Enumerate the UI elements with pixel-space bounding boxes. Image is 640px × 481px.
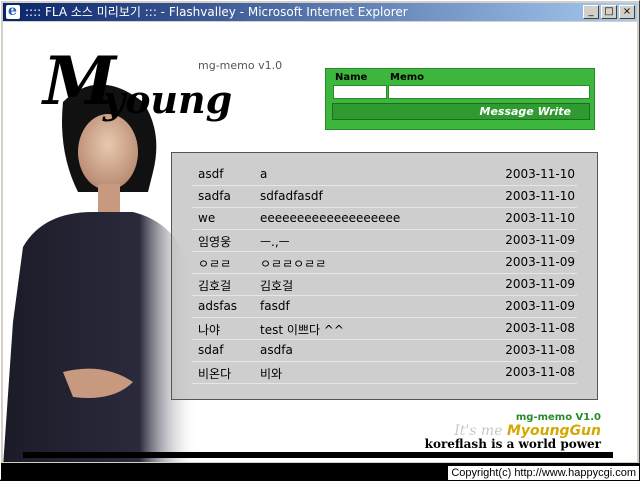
entry-memo: ㅇㄹㄹㅇㄹㄹ xyxy=(260,257,327,271)
list-item: 임영웅 ㅡ.,ㅡ 2003-11-09 xyxy=(192,230,577,252)
memo-form: Name Memo Message Write xyxy=(325,68,595,130)
message-write-button[interactable]: Message Write xyxy=(332,103,590,120)
signature-tagline: koreflash is a world power xyxy=(424,437,601,451)
entry-name: asdf xyxy=(198,167,224,181)
memo-list: asdf a 2003-11-10 sadfa sdfadfasdf 2003-… xyxy=(171,152,598,400)
list-item: ㅇㄹㄹ ㅇㄹㄹㅇㄹㄹ 2003-11-09 xyxy=(192,252,577,274)
close-button[interactable]: × xyxy=(619,5,635,19)
signature-block: mg-memo V1.0 It's me MyoungGun koreflash… xyxy=(425,412,601,451)
list-item: asdf a 2003-11-10 xyxy=(192,164,577,186)
entry-name: adsfas xyxy=(198,299,238,313)
list-item: sadfa sdfadfasdf 2003-11-10 xyxy=(192,186,577,208)
list-item: we eeeeeeeeeeeeeeeeeee 2003-11-10 xyxy=(192,208,577,230)
entry-date: 2003-11-09 xyxy=(505,277,575,291)
list-item: 나야 test 이쁘다 ^^ 2003-11-08 xyxy=(192,318,577,340)
entry-memo: 비와 xyxy=(260,367,283,381)
entry-name: 나야 xyxy=(198,323,221,337)
entry-name: 비온다 xyxy=(198,367,232,381)
signature-version: mg-memo V1.0 xyxy=(515,412,601,423)
logo-version: mg-memo v1.0 xyxy=(198,59,283,72)
minimize-button[interactable]: _ xyxy=(583,5,599,19)
entry-name: ㅇㄹㄹ xyxy=(198,257,232,271)
entry-memo: a xyxy=(260,167,268,181)
page-content: M young mg-memo v1.0 Name Memo Message W… xyxy=(3,22,637,462)
name-label: Name xyxy=(335,72,368,83)
entry-memo: 김호걸 xyxy=(260,279,294,293)
browser-window: :::: FLA 소스 미리보기 ::: - Flashvalley - Mic… xyxy=(0,0,640,481)
entry-date: 2003-11-08 xyxy=(505,365,575,379)
entry-name: sadfa xyxy=(198,189,231,203)
memo-input[interactable] xyxy=(388,85,590,99)
list-item: adsfas fasdf 2003-11-09 xyxy=(192,296,577,318)
entry-date: 2003-11-10 xyxy=(505,167,575,181)
logo-text: young xyxy=(103,77,233,122)
list-item: 비온다 비와 2003-11-08 xyxy=(192,362,577,384)
entry-memo: test 이쁘다 ^^ xyxy=(260,323,344,337)
entry-name: we xyxy=(198,211,216,225)
entry-memo: fasdf xyxy=(260,299,290,313)
entry-name: sdaf xyxy=(198,343,224,357)
entry-date: 2003-11-09 xyxy=(505,255,575,269)
list-item: sdaf asdfa 2003-11-08 xyxy=(192,340,577,362)
entry-date: 2003-11-10 xyxy=(505,189,575,203)
copyright-notice: Copyright(c) http://www.happycgi.com xyxy=(448,466,639,480)
entry-date: 2003-11-09 xyxy=(505,299,575,313)
entry-date: 2003-11-10 xyxy=(505,211,575,225)
entry-memo: ㅡ.,ㅡ xyxy=(260,235,290,249)
entry-memo: eeeeeeeeeeeeeeeeeee xyxy=(260,211,401,225)
entry-date: 2003-11-08 xyxy=(505,343,575,357)
title-bar[interactable]: :::: FLA 소스 미리보기 ::: - Flashvalley - Mic… xyxy=(3,2,637,21)
entry-memo: asdfa xyxy=(260,343,293,357)
footer-bar xyxy=(23,452,613,458)
maximize-button[interactable]: □ xyxy=(601,5,617,19)
entry-name: 임영웅 xyxy=(198,235,232,249)
window-title: :::: FLA 소스 미리보기 ::: - Flashvalley - Mic… xyxy=(25,5,408,19)
ie-icon xyxy=(6,2,20,20)
entry-name: 김호걸 xyxy=(198,279,232,293)
entry-date: 2003-11-09 xyxy=(505,233,575,247)
list-item: 김호걸 김호걸 2003-11-09 xyxy=(192,274,577,296)
entry-memo: sdfadfasdf xyxy=(260,189,323,203)
memo-label: Memo xyxy=(390,72,425,83)
name-input[interactable] xyxy=(333,85,387,99)
entry-date: 2003-11-08 xyxy=(505,321,575,335)
